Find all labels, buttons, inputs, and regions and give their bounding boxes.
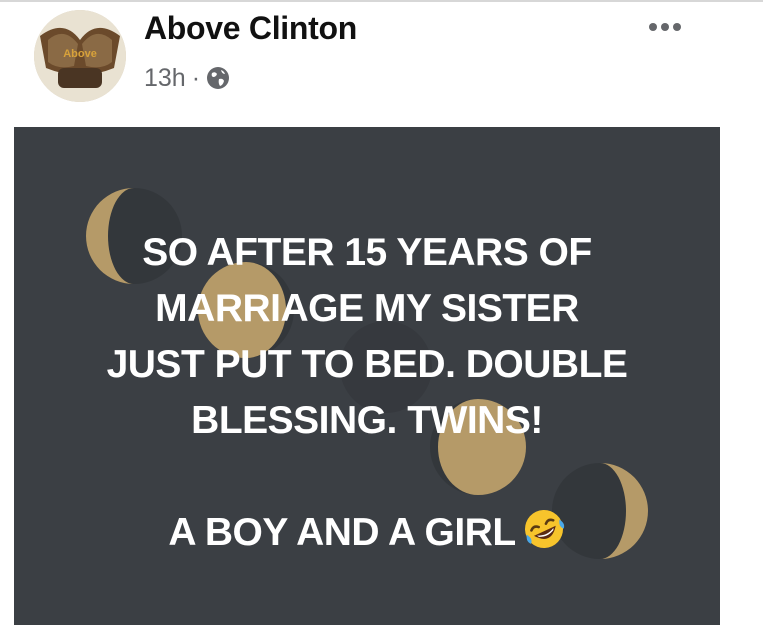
post-text-card[interactable]: SO AFTER 15 YEARS OF MARRIAGE MY SISTER … [14,127,720,625]
author-name[interactable]: Above Clinton [144,10,357,47]
post-meta: 13h · [144,62,230,94]
more-options-icon [649,23,681,31]
post-timestamp[interactable]: 13h [144,64,186,93]
post-text-line: SO AFTER 15 YEARS OF [142,231,592,274]
rolling-on-floor-laughing-emoji-icon [522,507,566,551]
globe-icon[interactable] [206,66,230,90]
post-text-line: JUST PUT TO BED. DOUBLE [106,343,628,386]
meta-separator: · [191,63,201,92]
top-divider [0,0,763,2]
svg-text:Above: Above [63,48,97,60]
more-options-button[interactable] [640,14,690,40]
avatar[interactable]: Above [34,10,126,102]
post-text-last-line: A BOY AND A GIRL [14,505,720,561]
post-text-line: MARRIAGE MY SISTER [155,287,579,330]
post-text-line: BLESSING. TWINS! [191,399,543,442]
post-text-last-line-text: A BOY AND A GIRL [168,511,516,554]
post-text: SO AFTER 15 YEARS OF MARRIAGE MY SISTER … [14,225,720,561]
